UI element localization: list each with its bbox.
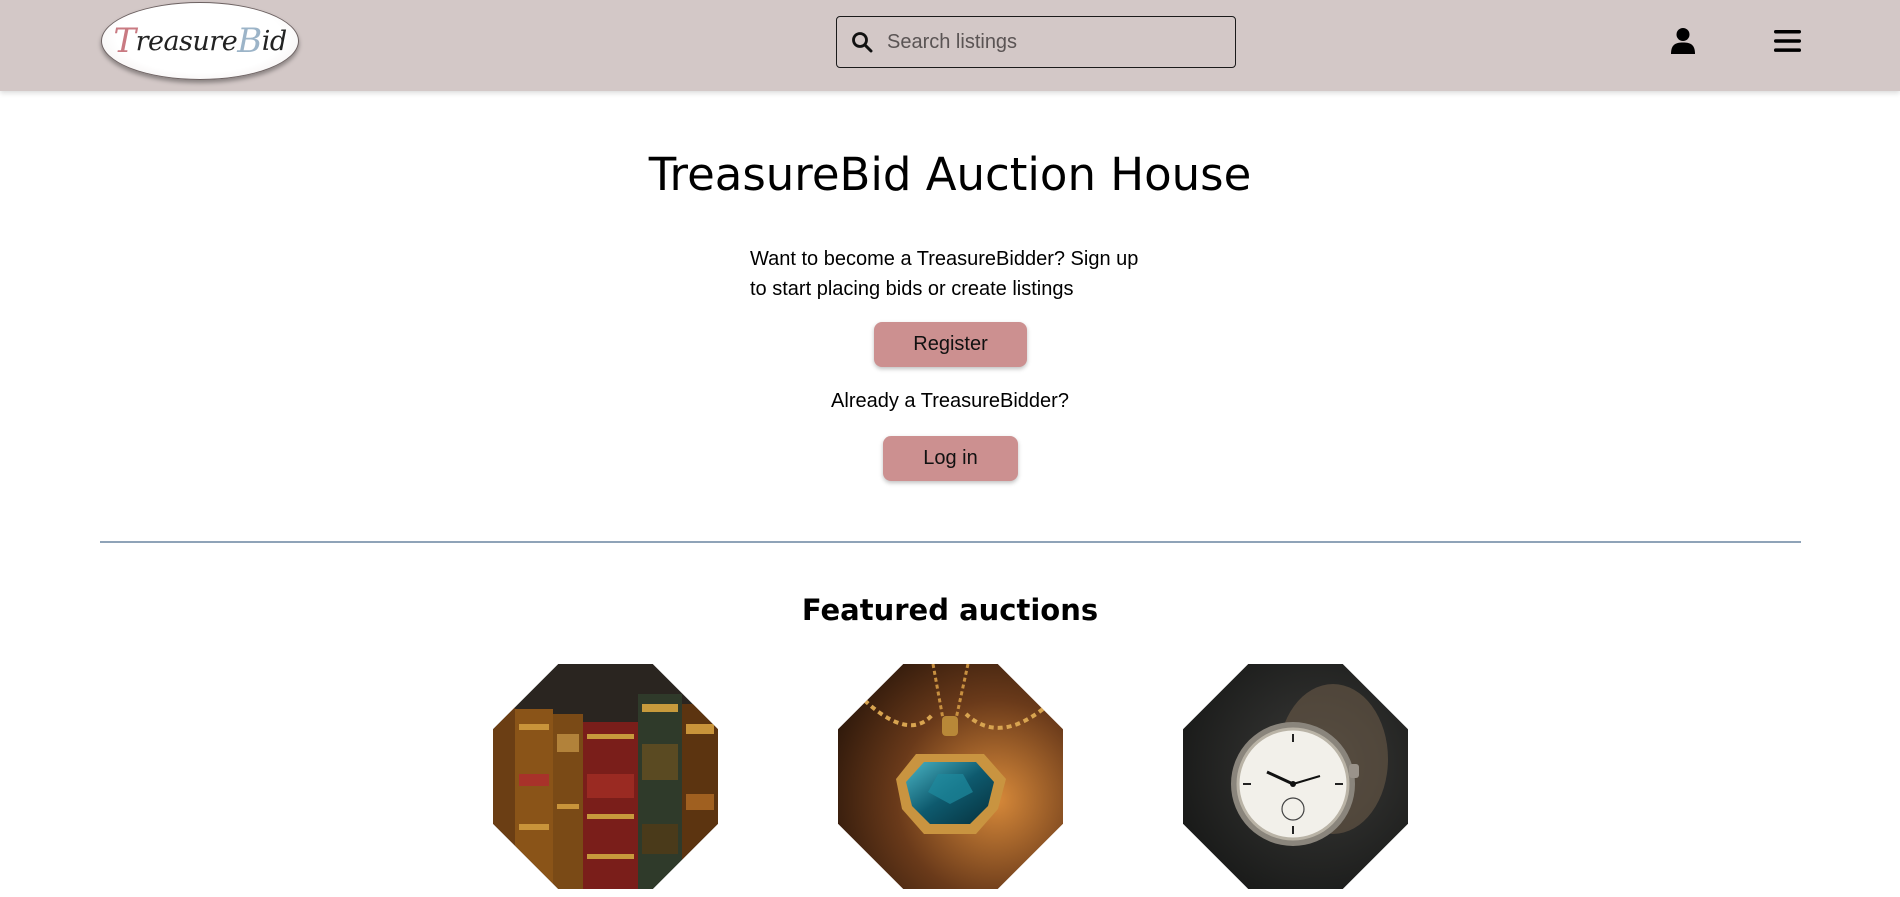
already-member-text: Already a TreasureBidder?	[831, 390, 1069, 412]
register-button[interactable]: Register	[874, 322, 1027, 367]
featured-auction-books[interactable]	[493, 664, 718, 889]
featured-auction-pendant[interactable]	[838, 664, 1063, 889]
treasurebid-logo[interactable]: Treasure Bid	[101, 2, 299, 80]
user-account-button[interactable]	[1668, 26, 1698, 56]
logo-text-id: id	[261, 25, 287, 57]
pocket-watch-image	[1183, 664, 1408, 889]
search-bar[interactable]	[836, 16, 1236, 68]
featured-auctions-heading: Featured auctions	[801, 593, 1099, 627]
section-divider	[100, 541, 1801, 543]
search-input[interactable]	[887, 25, 1227, 59]
antique-books-image	[493, 664, 718, 889]
search-icon	[852, 32, 873, 53]
gemstone-pendant-image	[838, 664, 1063, 889]
featured-auction-pocket-watch[interactable]	[1183, 664, 1408, 889]
hamburger-menu-icon	[1773, 30, 1801, 52]
hamburger-menu-button[interactable]	[1772, 27, 1802, 55]
logo-letter-t: T	[113, 21, 136, 61]
page-title: TreasureBid Auction House	[648, 148, 1252, 201]
logo-text-reasure: reasure	[135, 25, 238, 57]
site-header: Treasure Bid	[0, 0, 1900, 91]
signup-intro-text: Want to become a TreasureBidder? Sign up…	[750, 244, 1170, 304]
user-icon	[1671, 28, 1695, 54]
intro-line-2: to start placing bids or create listings	[750, 278, 1074, 300]
login-button[interactable]: Log in	[883, 436, 1018, 481]
intro-line-1: Want to become a TreasureBidder? Sign up	[750, 248, 1139, 270]
logo-letter-b: B	[237, 21, 262, 61]
